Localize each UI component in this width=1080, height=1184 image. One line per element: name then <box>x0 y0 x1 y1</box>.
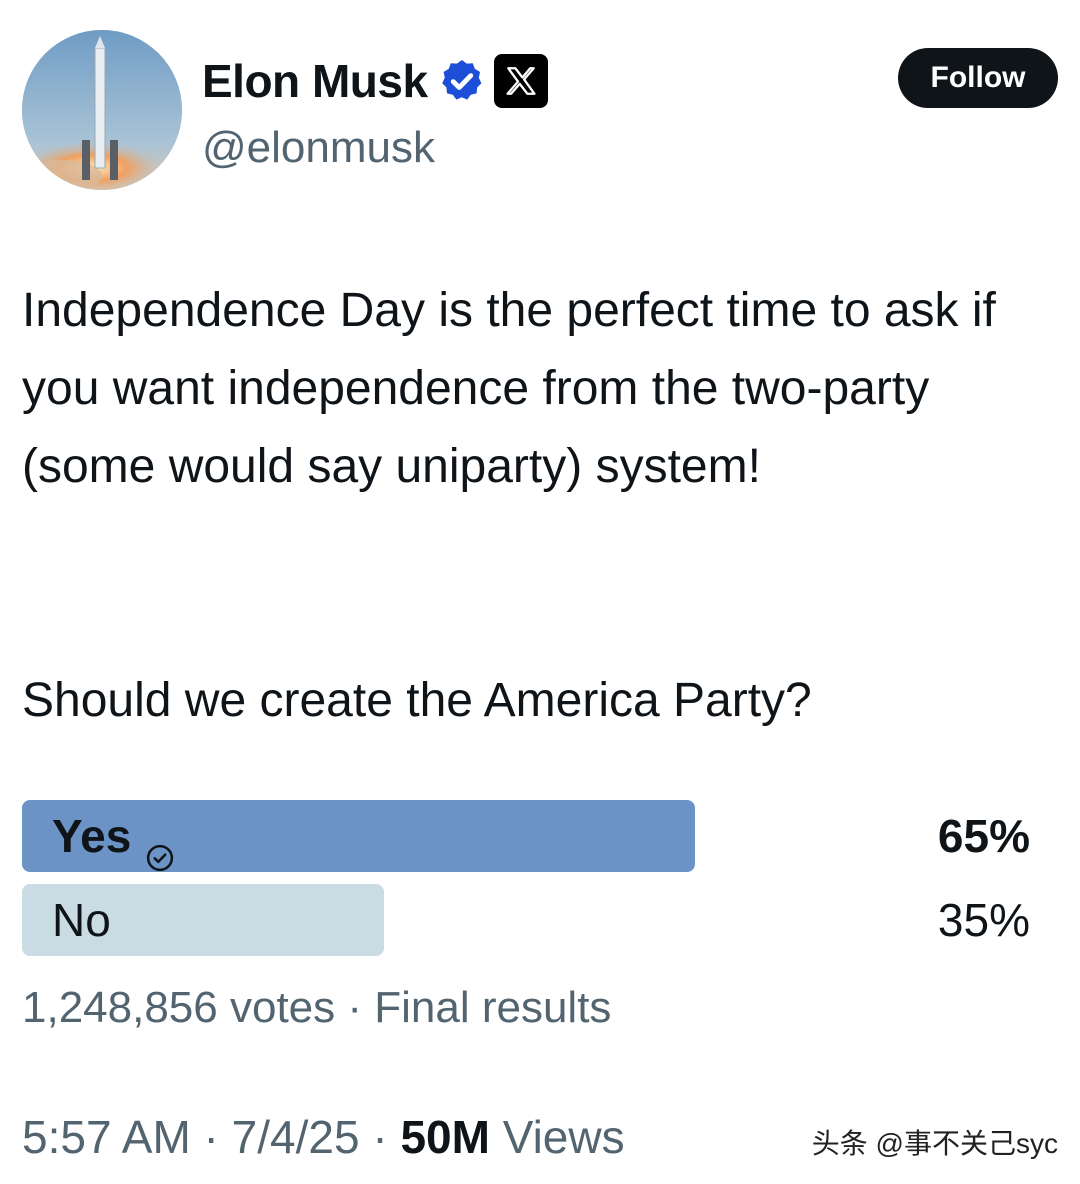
tweet-date[interactable]: 7/4/25 <box>232 1111 360 1163</box>
watermark: 头条 @事不关己syc <box>811 1128 1058 1159</box>
follow-button[interactable]: Follow <box>898 48 1058 108</box>
poll-option-label: Yes <box>52 800 175 872</box>
check-circle-icon <box>145 821 175 872</box>
poll-meta: 1,248,856 votes · Final results <box>22 983 612 1032</box>
author-handle[interactable]: @elonmusk <box>202 122 435 174</box>
poll-track <box>22 884 1030 956</box>
views-label: Views <box>489 1111 625 1163</box>
author-name-row: Elon Musk <box>202 52 548 110</box>
x-logo-icon[interactable] <box>493 54 548 108</box>
separator: · <box>190 1111 232 1163</box>
avatar[interactable] <box>22 30 182 190</box>
poll-option-yes: Yes 65% <box>22 800 1030 872</box>
poll-option-text: No <box>52 894 111 946</box>
verified-badge-icon[interactable] <box>438 57 486 105</box>
poll-option-text: Yes <box>52 810 132 862</box>
poll-percent: 35% <box>937 894 1030 946</box>
poll: Yes 65% No 35% <box>22 800 1030 968</box>
tweet-question: Should we create the America Party? <box>22 674 812 727</box>
author-name[interactable]: Elon Musk <box>202 52 428 110</box>
poll-percent: 65% <box>937 810 1030 862</box>
tweet-header: Elon Musk @elonmusk Follow <box>22 30 1058 190</box>
tweet-timestamp-row: 5:57 AM · 7/4/25 · 50M Views <box>22 1104 625 1170</box>
views-count[interactable]: 50M <box>400 1111 489 1163</box>
poll-option-no: No 35% <box>22 884 1030 956</box>
separator: · <box>359 1111 401 1163</box>
poll-option-label: No <box>52 884 111 956</box>
tweet-text: Independence Day is the perfect time to … <box>22 284 996 493</box>
rocket-launch-image <box>22 30 182 190</box>
tweet-time[interactable]: 5:57 AM <box>22 1111 191 1163</box>
